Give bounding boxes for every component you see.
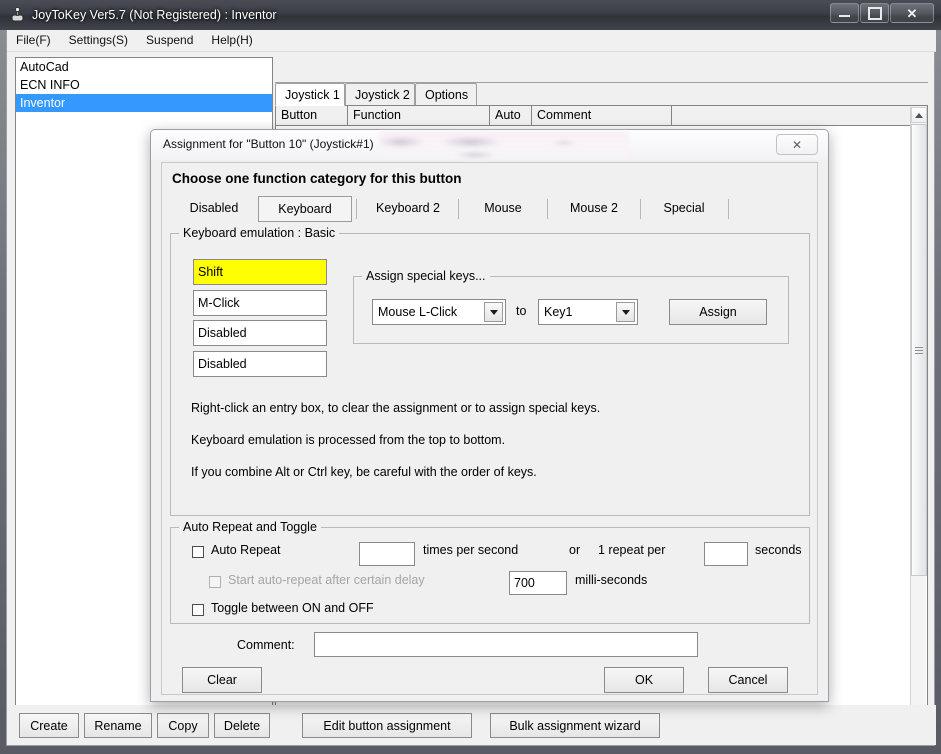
tab-special[interactable]: Special xyxy=(644,196,724,222)
profile-item-ecn-info[interactable]: ECN INFO xyxy=(16,76,272,94)
repeat-rate-input[interactable] xyxy=(359,542,415,566)
repeat-seconds-input[interactable] xyxy=(704,542,748,566)
to-label: to xyxy=(516,304,527,318)
window-controls: ✕ xyxy=(829,3,934,25)
tab-joystick-1[interactable]: Joystick 1 xyxy=(275,83,345,106)
assign-button[interactable]: Assign xyxy=(669,299,767,325)
window-title: JoyToKey Ver5.7 (Not Registered) : Inven… xyxy=(32,8,277,22)
menu-item-file[interactable]: File(F) xyxy=(7,30,60,51)
edit-button-assignment-button[interactable]: Edit button assignment xyxy=(302,713,472,738)
grid-header-filler xyxy=(672,106,892,125)
tab-mouse-2[interactable]: Mouse 2 xyxy=(551,196,637,222)
chevron-down-icon[interactable] xyxy=(616,302,635,322)
keyboard-entry-4[interactable]: Disabled xyxy=(193,351,327,377)
tab-disabled[interactable]: Disabled xyxy=(170,196,258,222)
maximize-icon xyxy=(867,6,882,20)
close-icon: ✕ xyxy=(906,5,918,21)
minimize-button[interactable] xyxy=(830,3,859,23)
profile-item-inventor[interactable]: Inventor xyxy=(16,94,272,112)
chevron-up-icon xyxy=(915,112,923,118)
title-bar: JoyToKey Ver5.7 (Not Registered) : Inven… xyxy=(0,0,941,30)
rename-button[interactable]: Rename xyxy=(84,713,152,738)
copy-button[interactable]: Copy xyxy=(157,713,209,738)
menu-item-suspend[interactable]: Suspend xyxy=(137,30,202,51)
tab-keyboard[interactable]: Keyboard xyxy=(258,196,352,222)
close-button[interactable]: ✕ xyxy=(890,3,934,23)
keyboard-entry-3[interactable]: Disabled xyxy=(193,320,327,346)
auto-repeat-label: Auto Repeat xyxy=(211,543,281,557)
hint-processing-order: Keyboard emulation is processed from the… xyxy=(191,433,506,447)
dialog-title: Assignment for "Button 10" (Joystick#1) xyxy=(163,137,374,151)
special-key-source-select[interactable]: Mouse L-Click xyxy=(372,299,506,325)
chevron-down-icon[interactable] xyxy=(484,302,503,322)
grid-header-function: Function xyxy=(348,106,490,125)
minimize-icon xyxy=(839,14,850,17)
or-label: or xyxy=(569,543,581,557)
special-keys-group: Assign special keys... Mouse L-Click to … xyxy=(353,269,789,344)
scroll-up-button[interactable] xyxy=(911,107,927,123)
profile-item-autocad[interactable]: AutoCad xyxy=(16,58,272,76)
profile-buttons-group: Create Rename Copy Delete xyxy=(19,713,270,738)
keyboard-entry-1[interactable]: Shift xyxy=(193,259,327,285)
menu-bar: File(F) Settings(S) Suspend Help(H) xyxy=(7,30,936,52)
dialog-close-button[interactable]: ✕ xyxy=(776,134,818,155)
menu-item-help[interactable]: Help(H) xyxy=(202,30,261,51)
toggle-label: Toggle between ON and OFF xyxy=(211,601,374,615)
assignment-dialog: Assignment for "Button 10" (Joystick#1) … xyxy=(150,129,829,702)
special-keys-legend: Assign special keys... xyxy=(362,269,490,283)
dialog-title-bar: Assignment for "Button 10" (Joystick#1) … xyxy=(151,130,828,160)
clear-button[interactable]: Clear xyxy=(182,667,262,693)
grip-icon xyxy=(915,346,923,354)
tab-joystick-2[interactable]: Joystick 2 xyxy=(345,83,415,106)
menu-item-settings[interactable]: Settings(S) xyxy=(60,30,137,51)
grid-header-comment: Comment xyxy=(532,106,672,125)
keyboard-emulation-group: Keyboard emulation : Basic Shift M-Click… xyxy=(170,226,810,516)
grid-vertical-scrollbar[interactable] xyxy=(910,107,927,736)
category-tabs: Disabled Keyboard Keyboard 2 Mouse Mouse… xyxy=(170,196,810,222)
start-delay-checkbox[interactable] xyxy=(209,576,221,588)
grid-header-button: Button xyxy=(276,106,348,125)
maximize-button[interactable] xyxy=(860,3,889,23)
redacted-region xyxy=(379,131,629,158)
times-per-second-label: times per second xyxy=(423,543,519,557)
create-button[interactable]: Create xyxy=(19,713,79,738)
ok-button[interactable]: OK xyxy=(604,667,684,693)
action-buttons-group: Edit button assignment Bulk assignment w… xyxy=(302,713,660,738)
comment-input[interactable] xyxy=(314,632,698,657)
special-key-target-select[interactable]: Key1 xyxy=(538,299,638,325)
cancel-button[interactable]: Cancel xyxy=(708,667,788,693)
scrollbar-thumb[interactable] xyxy=(911,124,927,576)
auto-repeat-legend: Auto Repeat and Toggle xyxy=(179,520,321,534)
auto-repeat-group: Auto Repeat and Toggle Auto Repeat times… xyxy=(170,520,810,624)
hint-right-click: Right-click an entry box, to clear the a… xyxy=(191,401,601,415)
joystick-icon xyxy=(11,7,24,22)
delete-button[interactable]: Delete xyxy=(214,713,270,738)
auto-repeat-checkbox[interactable] xyxy=(192,546,204,558)
grid-header-row: Button Function Auto Comment xyxy=(276,106,927,126)
hint-alt-ctrl: If you combine Alt or Ctrl key, be caref… xyxy=(191,465,537,479)
delay-input[interactable]: 700 xyxy=(509,571,567,595)
keyboard-entry-2[interactable]: M-Click xyxy=(193,290,327,316)
milliseconds-label: milli-seconds xyxy=(575,573,648,587)
start-delay-label: Start auto-repeat after certain delay xyxy=(228,573,425,587)
tab-options[interactable]: Options xyxy=(415,83,477,106)
seconds-label: seconds xyxy=(755,543,802,557)
bulk-assignment-wizard-button[interactable]: Bulk assignment wizard xyxy=(490,713,660,738)
one-repeat-per-label: 1 repeat per xyxy=(598,543,666,557)
keyboard-emulation-legend: Keyboard emulation : Basic xyxy=(179,226,340,240)
dialog-body: Choose one function category for this bu… xyxy=(161,162,818,695)
tab-keyboard-2[interactable]: Keyboard 2 xyxy=(360,196,456,222)
comment-label: Comment: xyxy=(237,638,295,652)
grid-header-auto: Auto xyxy=(490,106,532,125)
toggle-checkbox[interactable] xyxy=(192,604,204,616)
bottom-toolbar: Create Rename Copy Delete Edit button as… xyxy=(7,705,936,745)
dialog-heading: Choose one function category for this bu… xyxy=(172,171,462,186)
tab-mouse[interactable]: Mouse xyxy=(462,196,544,222)
